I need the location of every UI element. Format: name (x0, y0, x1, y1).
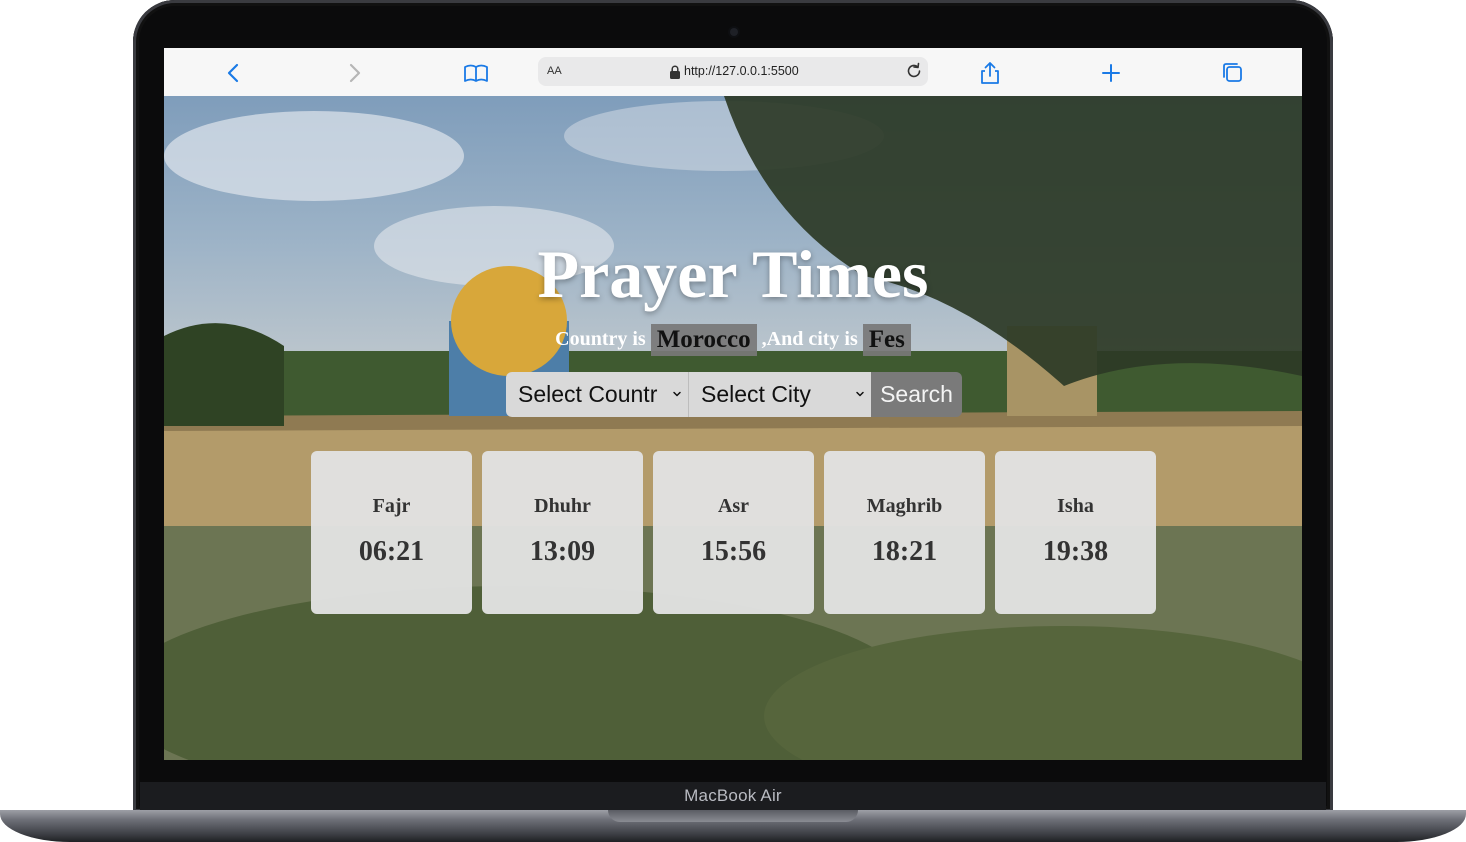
country-select[interactable]: Select Countr (506, 372, 689, 417)
prayer-card-dhuhr: Dhuhr 13:09 (482, 451, 643, 614)
prayer-name: Asr (717, 495, 750, 517)
background-photo (164, 96, 1302, 760)
chevron-down-icon (673, 391, 681, 397)
prayer-time: 15:56 (700, 536, 767, 567)
prayer-name: Isha (1057, 495, 1094, 517)
prayer-card-maghrib: Maghrib 18:21 (824, 451, 985, 614)
prayer-time: 19:38 (1042, 536, 1109, 567)
forward-icon[interactable] (341, 60, 367, 86)
location-line: Country is Morocco ,And city is Fes (164, 322, 1302, 357)
tabs-overview-icon[interactable] (1220, 60, 1246, 86)
city-select[interactable]: Select City (689, 372, 871, 417)
device-label: MacBook Air (684, 786, 782, 805)
url-text: http://127.0.0.1:5500 (684, 64, 799, 78)
page-title: Prayer Times (537, 236, 929, 312)
prayer-name: Dhuhr (534, 495, 591, 517)
city-select-value: Select City (701, 381, 811, 407)
prayer-name: Fajr (372, 495, 411, 517)
share-icon[interactable] (977, 60, 1003, 86)
bookmarks-icon[interactable] (463, 60, 489, 86)
screen: AA http://127.0.0.1:5500 Prayer Times Co… (164, 48, 1302, 760)
search-button[interactable]: Search (871, 372, 962, 417)
prayer-cards: Fajr 06:21 Dhuhr 13:09 Asr 15:56 Maghrib… (311, 451, 1156, 614)
browser-toolbar: AA http://127.0.0.1:5500 (164, 48, 1302, 97)
country-prefix: Country is (555, 328, 646, 350)
prayer-card-fajr: Fajr 06:21 (311, 451, 472, 614)
camera-icon (730, 28, 738, 36)
new-tab-icon[interactable] (1098, 60, 1124, 86)
prayer-time: 18:21 (871, 536, 938, 567)
city-prefix: ,And city is (761, 328, 858, 350)
reader-button[interactable]: AA (547, 65, 562, 77)
city-chip: Fes (862, 324, 911, 357)
prayer-name: Maghrib (866, 495, 943, 517)
back-icon[interactable] (221, 60, 247, 86)
laptop-notch (608, 810, 858, 822)
address-bar[interactable]: AA http://127.0.0.1:5500 (538, 57, 928, 86)
reload-icon[interactable] (904, 61, 924, 81)
prayer-time: 06:21 (358, 536, 425, 567)
prayer-times-page: Prayer Times Country is Morocco ,And cit… (164, 96, 1302, 760)
chevron-down-icon (856, 391, 864, 397)
prayer-card-isha: Isha 19:38 (995, 451, 1156, 614)
search-controls: Select Countr Select City Search (506, 372, 962, 417)
country-chip: Morocco (650, 324, 757, 357)
lock-icon (670, 65, 680, 79)
prayer-time: 13:09 (529, 536, 596, 567)
country-select-value: Select Countr (518, 381, 658, 407)
prayer-card-asr: Asr 15:56 (653, 451, 814, 614)
